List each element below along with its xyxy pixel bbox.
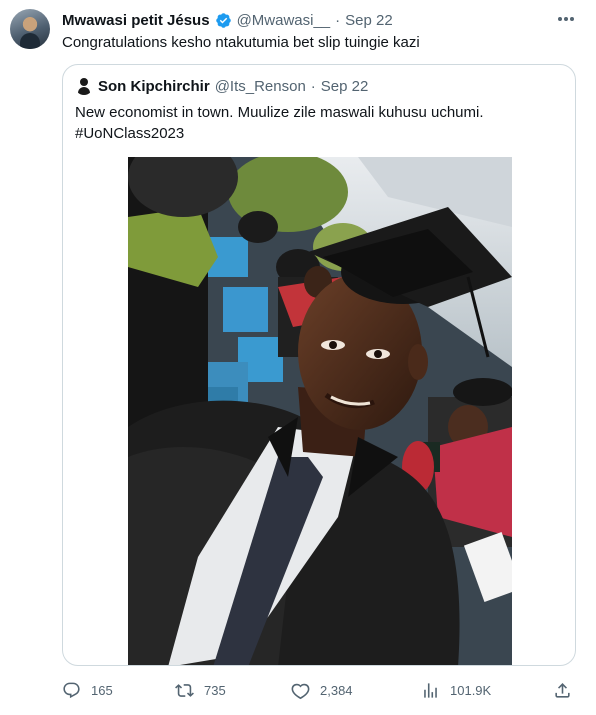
quoted-text-line: New economist in town. Muulize zile masw… — [75, 104, 484, 121]
like-count: 2,384 — [320, 682, 353, 698]
reply-button[interactable]: 165 — [62, 679, 113, 701]
timestamp[interactable]: Sep 22 — [345, 12, 393, 29]
share-button[interactable] — [553, 679, 572, 701]
reply-count: 165 — [91, 682, 113, 698]
quoted-photo[interactable] — [128, 157, 512, 665]
views-button[interactable]: 101.9K — [421, 679, 491, 701]
handle[interactable]: @Mwawasi__ — [237, 12, 331, 29]
separator-dot: · — [310, 77, 316, 95]
like-button[interactable]: 2,384 — [291, 679, 353, 701]
verified-badge-icon — [215, 12, 231, 28]
more-icon[interactable] — [556, 10, 576, 28]
quoted-tweet[interactable]: Son Kipchirchir @Its_Renson · Sep 22 New… — [62, 64, 576, 666]
avatar[interactable] — [10, 9, 50, 49]
tweet-header: Mwawasi petit Jésus @Mwawasi__ · Sep 22 — [62, 10, 393, 30]
views-count: 101.9K — [450, 682, 492, 698]
quoted-timestamp: Sep 22 — [320, 77, 369, 95]
display-name[interactable]: Mwawasi petit Jésus — [62, 12, 210, 29]
retweet-button[interactable]: 735 — [175, 679, 226, 701]
retweet-icon — [175, 683, 194, 697]
quoted-display-name: Son Kipchirchir — [98, 77, 210, 95]
tweet[interactable]: Mwawasi petit Jésus @Mwawasi__ · Sep 22 … — [0, 0, 596, 715]
share-icon — [555, 682, 570, 698]
tweet-text: Congratulations kesho ntakutumia bet sli… — [62, 34, 420, 51]
quoted-avatar — [75, 77, 93, 95]
like-icon — [291, 683, 310, 699]
action-bar: 165 735 2,384 101.9K — [62, 679, 576, 701]
hashtag-link[interactable]: #UoNClass2023 — [75, 123, 555, 144]
graduation-selfie-image — [128, 157, 512, 665]
quoted-header: Son Kipchirchir @Its_Renson · Sep 22 — [75, 76, 368, 96]
quoted-handle: @Its_Renson — [214, 77, 306, 95]
views-icon — [424, 682, 437, 698]
retweet-count: 735 — [204, 682, 226, 698]
quoted-text: New economist in town. Muulize zile masw… — [75, 102, 555, 144]
separator-dot: · — [335, 11, 341, 29]
reply-icon — [63, 682, 80, 698]
